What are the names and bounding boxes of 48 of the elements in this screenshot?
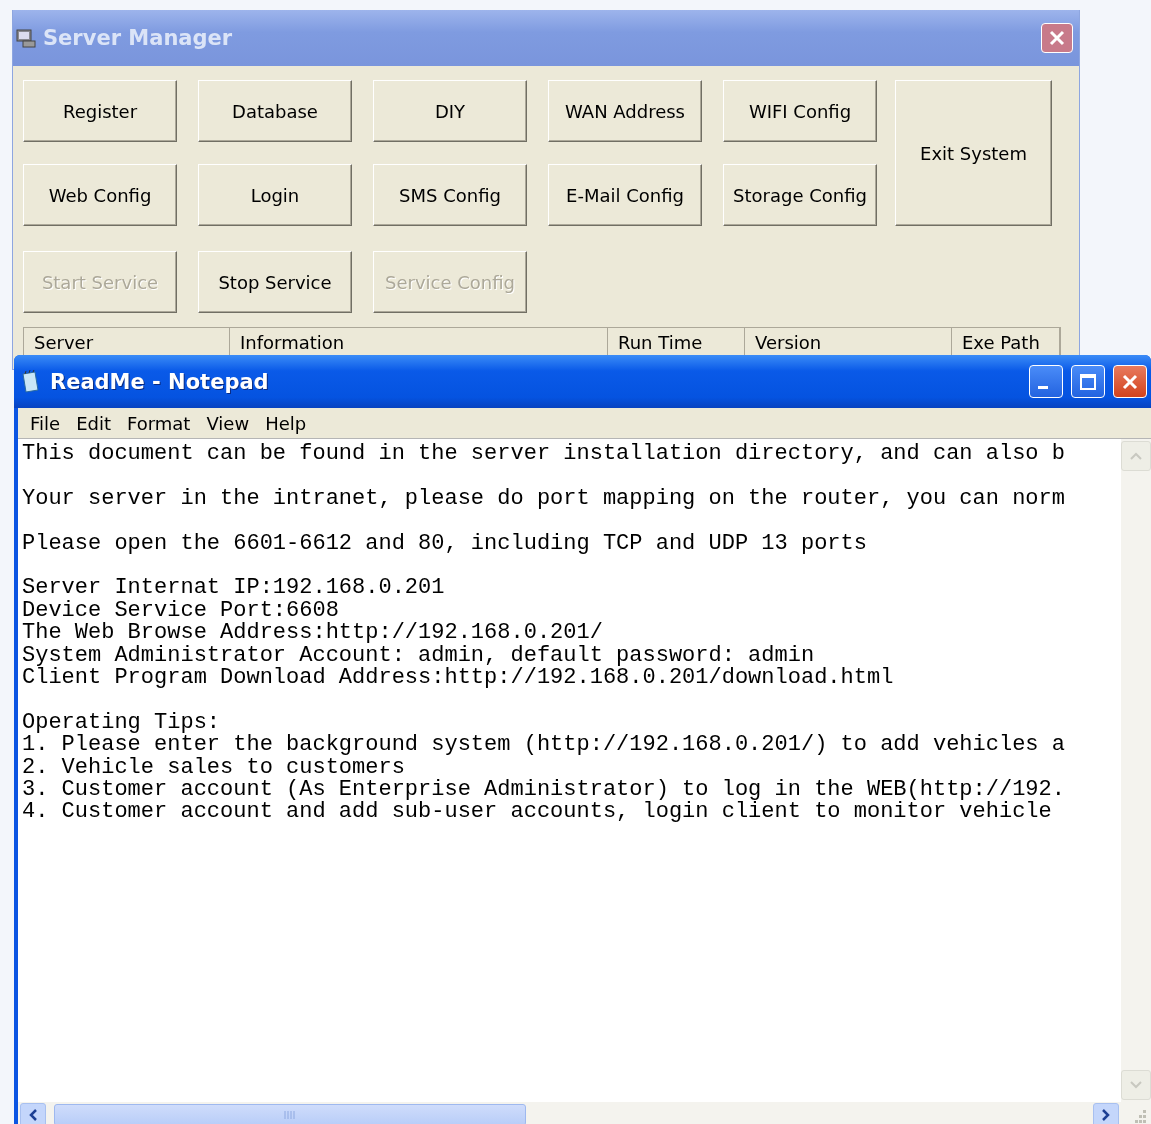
toolbar-button[interactable]: WIFI Config	[723, 80, 877, 142]
maximize-icon	[1078, 371, 1098, 392]
minimize-icon	[1038, 385, 1048, 389]
menu-item[interactable]: Help	[257, 410, 315, 436]
text-line: Your server in the intranet, please do port mapping on the router, you can norm	[22, 487, 1066, 511]
computer-icon	[15, 27, 37, 49]
text-line: 4. Customer account and add sub-user accounts, login client to monitor vehicle	[22, 801, 1052, 824]
text-line: Server Internat IP:192.168.0.201	[22, 577, 446, 600]
text-line: 2. Vehicle sales to customers	[22, 756, 405, 780]
toolbar-button[interactable]: Web Config	[23, 164, 177, 226]
scroll-right-button[interactable]	[1093, 1103, 1119, 1124]
toolbar-button[interactable]: Database	[198, 80, 352, 142]
window-title: Server Manager	[43, 26, 234, 50]
menu-item[interactable]: Edit	[68, 410, 119, 436]
toolbar-button[interactable]: Storage Config	[723, 164, 877, 226]
scroll-left-button[interactable]	[20, 1103, 46, 1124]
menu-item[interactable]: Format	[119, 410, 199, 436]
toolbar-button[interactable]: Stop Service	[198, 251, 352, 313]
toolbar-button[interactable]: Register	[23, 80, 177, 142]
menu-item[interactable]: View	[198, 410, 258, 436]
close-button[interactable]	[1113, 365, 1147, 398]
text-line: System Administrator Account: admin, default password: admin	[22, 644, 815, 667]
text-line: Please open the 6601-6612 and 80, including TCP and UDP 13 ports	[22, 532, 868, 555]
toolbar-button[interactable]: Login	[198, 164, 352, 226]
exit-button[interactable]: Exit System	[895, 80, 1052, 226]
close-icon	[1047, 28, 1067, 48]
text-line: The Web Browse Address:http://192.168.0.201/	[22, 622, 604, 645]
minimize-button[interactable]	[1029, 365, 1063, 398]
toolbar-button[interactable]: WAN Address	[548, 80, 702, 142]
chevron-up-icon	[1129, 451, 1143, 461]
scrollbar-thumb[interactable]	[54, 1104, 526, 1124]
window-title: ReadMe - Notepad	[50, 369, 270, 394]
chevron-left-icon	[27, 1108, 39, 1122]
chevron-down-icon	[1129, 1080, 1143, 1090]
toolbar-button[interactable]: E-Mail Config	[548, 164, 702, 226]
notepad-icon	[20, 369, 42, 394]
text-line: Operating Tips:	[22, 711, 222, 735]
text-line: Device Service Port:6608	[22, 599, 339, 623]
text-line: 1. Please enter the background system (http://192.168.0.201/) to add vehicles a	[22, 734, 1066, 757]
text-line: This document can be found in the server installation directory, and can also b	[22, 443, 1066, 466]
text-line: 3. Customer account (As Enterprise Administrator) to log in the WEB(http://192.	[22, 779, 1066, 802]
maximize-button[interactable]	[1071, 365, 1105, 398]
menu-item[interactable]: File	[22, 410, 69, 436]
text-line: Client Program Download Address:http://192.168.0.201/download.html	[22, 667, 895, 690]
grip-icon	[283, 1110, 297, 1120]
chevron-right-icon	[1100, 1108, 1112, 1122]
toolbar-button[interactable]: SMS Config	[373, 164, 527, 226]
toolbar-button[interactable]: DIY	[373, 80, 527, 142]
